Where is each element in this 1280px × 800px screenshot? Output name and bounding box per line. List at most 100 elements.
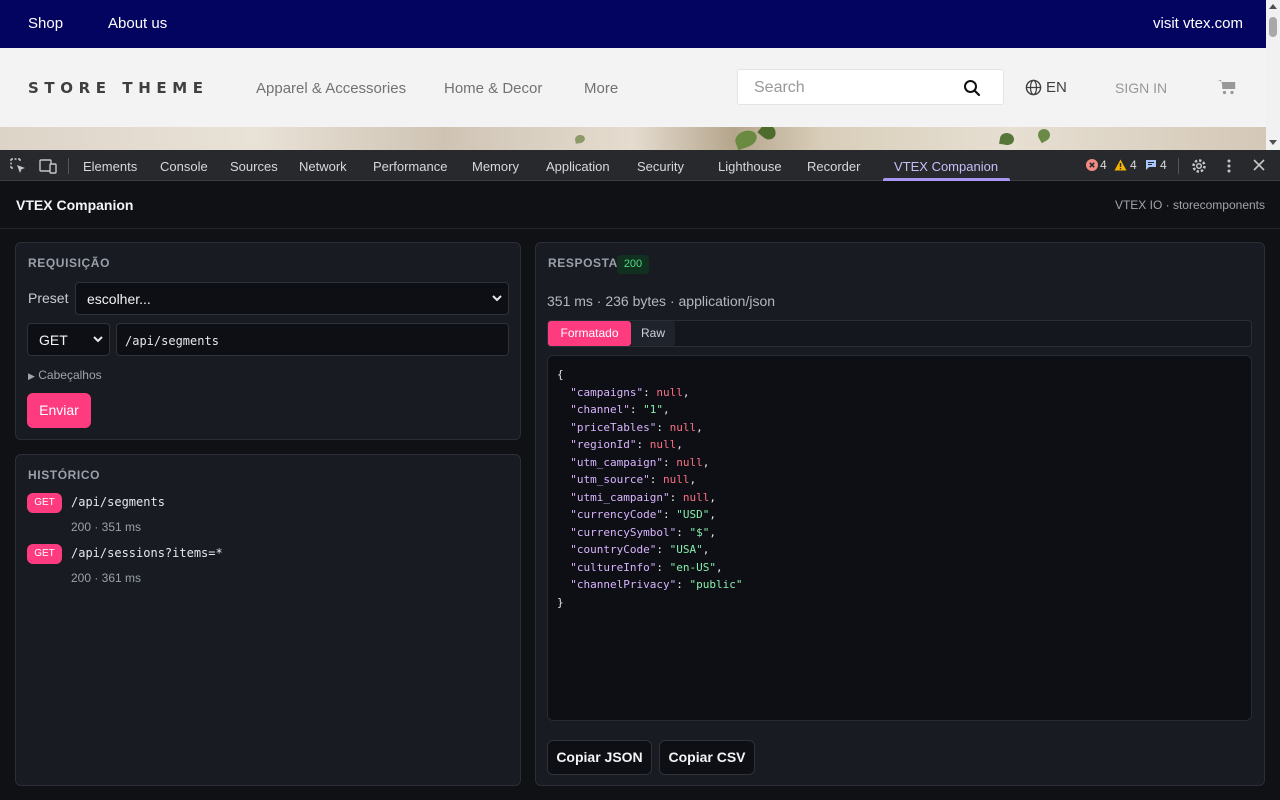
tab-security[interactable]: Security	[637, 159, 684, 174]
inspect-element-icon[interactable]	[10, 158, 27, 174]
json-key: "cultureInfo"	[570, 560, 657, 574]
toolbar-divider	[68, 158, 69, 174]
response-title: RESPOSTA	[548, 256, 618, 270]
disclosure-triangle-icon: ▶	[28, 371, 35, 381]
tab-sources[interactable]: Sources	[230, 159, 278, 174]
tab-network[interactable]: Network	[299, 159, 347, 174]
scroll-up-arrow[interactable]	[1269, 4, 1277, 9]
copy-json-button[interactable]: Copiar JSON	[547, 740, 652, 775]
more-options-icon[interactable]	[1226, 158, 1232, 174]
chevron-down-icon	[492, 295, 502, 302]
json-value: null	[676, 455, 703, 469]
store-topbar: Shop About us visit vtex.com	[0, 0, 1266, 48]
tab-application[interactable]: Application	[546, 159, 610, 174]
json-line: "cultureInfo": "en-US",	[570, 560, 723, 574]
json-line: "priceTables": null,	[570, 420, 703, 434]
toolbar-divider-right	[1178, 158, 1179, 174]
json-line: "countryCode": "USA",	[570, 543, 710, 556]
tab-lighthouse[interactable]: Lighthouse	[718, 159, 782, 174]
history-meta: 200 · 351 ms	[71, 520, 142, 534]
send-button[interactable]: Enviar	[27, 393, 91, 428]
json-line: "channelPrivacy": "public"	[570, 578, 743, 591]
error-count: 4	[1100, 158, 1107, 172]
json-key: "campaigns"	[570, 385, 644, 399]
response-view-tabs: Formatado Raw	[547, 320, 1252, 347]
json-value: null	[669, 420, 697, 434]
message-icon[interactable]	[1145, 159, 1157, 171]
status-badge: 200	[617, 255, 649, 274]
tab-elements[interactable]: Elements	[83, 159, 137, 174]
store-header: STORE THEME Apparel & Accessories Home &…	[0, 48, 1266, 127]
json-key: "utm_campaign"	[570, 455, 663, 469]
json-value: null	[649, 438, 677, 451]
history-title: HISTÓRICO	[28, 468, 101, 482]
json-key: "regionId"	[570, 438, 637, 451]
shop-link[interactable]: Shop	[28, 15, 63, 32]
json-key: "currencySymbol"	[570, 525, 677, 539]
device-toolbar-icon[interactable]	[39, 158, 57, 174]
headers-toggle[interactable]: ▶ Cabeçalhos	[28, 368, 102, 382]
close-devtools-icon[interactable]	[1253, 159, 1265, 171]
language-selector[interactable]: EN	[1025, 79, 1067, 96]
json-key: "channel"	[570, 403, 630, 416]
json-key: "utmi_campaign"	[570, 490, 670, 504]
preset-select[interactable]: escolher...	[75, 282, 509, 315]
json-key: "countryCode"	[570, 543, 657, 556]
store-search-input[interactable]: Search	[737, 69, 1004, 105]
json-line: "regionId": null,	[570, 438, 683, 451]
nav-more[interactable]: More	[584, 80, 618, 97]
devtools-tabbar: Elements Console Sources Network Perform…	[0, 150, 1280, 181]
globe-icon	[1025, 79, 1042, 96]
tab-recorder[interactable]: Recorder	[807, 159, 860, 174]
language-label: EN	[1046, 79, 1067, 96]
json-close-brace: }	[557, 595, 564, 609]
message-count: 4	[1160, 158, 1167, 172]
json-value: "1"	[643, 403, 663, 416]
visit-vtex-link[interactable]: visit vtex.com	[1153, 15, 1243, 32]
about-link[interactable]: About us	[108, 15, 167, 32]
store-logo[interactable]: STORE THEME	[28, 79, 209, 97]
json-open-brace: {	[557, 368, 564, 381]
path-input[interactable]: /api/segments	[116, 323, 509, 356]
panel-title: VTEX Companion	[16, 197, 134, 213]
search-icon[interactable]	[963, 79, 981, 97]
panel-subtitle: VTEX IO · storecomponents	[1114, 198, 1265, 212]
method-select[interactable]: GET	[27, 323, 110, 356]
tab-formatted[interactable]: Formatado	[548, 321, 631, 346]
tab-performance[interactable]: Performance	[373, 159, 447, 174]
warning-count: 4	[1130, 158, 1137, 172]
scroll-thumb[interactable]	[1269, 17, 1277, 37]
sign-in-link[interactable]: SIGN IN	[1115, 80, 1167, 96]
json-value: "public"	[689, 578, 743, 591]
response-meta: 351 ms · 236 bytes · application/json	[547, 293, 776, 309]
json-line: "currencyCode": "USD",	[570, 508, 716, 521]
json-key: "currencyCode"	[570, 508, 663, 521]
search-placeholder: Search	[754, 79, 805, 96]
preset-value: escolher...	[87, 291, 151, 307]
error-icon[interactable]	[1086, 159, 1098, 171]
json-value: "USA"	[669, 543, 703, 556]
json-viewer: { "campaigns": null, "channel": "1", "pr…	[547, 355, 1252, 721]
json-body: "campaigns": null, "channel": "1", "pric…	[557, 386, 742, 592]
tab-memory[interactable]: Memory	[472, 159, 519, 174]
nav-apparel[interactable]: Apparel & Accessories	[256, 80, 406, 97]
scroll-down-arrow[interactable]	[1269, 140, 1277, 145]
cart-icon[interactable]	[1218, 79, 1236, 95]
json-key: "channelPrivacy"	[570, 578, 677, 591]
tab-console[interactable]: Console	[160, 159, 208, 174]
tab-raw[interactable]: Raw	[631, 321, 675, 346]
nav-home-decor[interactable]: Home & Decor	[444, 80, 542, 97]
hero-banner	[0, 127, 1266, 150]
method-value: GET	[39, 332, 68, 348]
tab-vtex-companion[interactable]: VTEX Companion	[894, 159, 998, 174]
copy-csv-button[interactable]: Copiar CSV	[659, 740, 755, 775]
settings-gear-icon[interactable]	[1190, 157, 1208, 175]
warning-icon[interactable]	[1114, 159, 1127, 171]
request-title: REQUISIÇÃO	[28, 256, 111, 270]
json-line: "utmi_campaign": null,	[570, 490, 716, 504]
json-value: "$"	[689, 525, 710, 539]
json-value: null	[662, 473, 690, 486]
headers-toggle-label: Cabeçalhos	[38, 368, 102, 382]
panel-header: VTEX Companion VTEX IO · storecomponents	[0, 181, 1280, 229]
preset-label: Preset	[28, 290, 69, 306]
